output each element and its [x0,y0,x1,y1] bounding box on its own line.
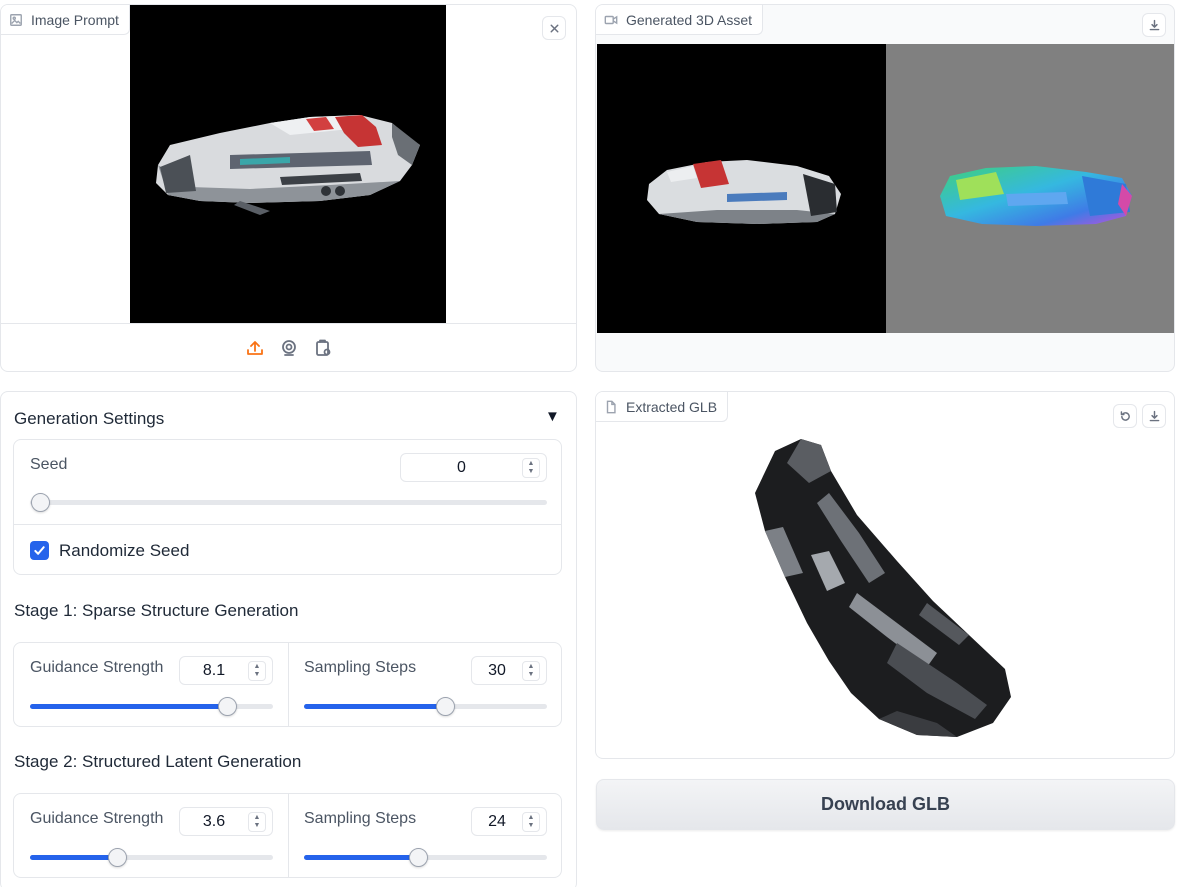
seed-stepper[interactable]: ▲ ▼ [522,457,540,478]
stage2-guidance-input[interactable]: 3.6 ▲ ▼ [179,807,273,836]
stage1-guidance-label: Guidance Strength [30,659,164,676]
image-prompt-tag: Image Prompt [1,5,130,35]
stage1-steps-fill [304,704,445,709]
asset-download-button[interactable] [1142,13,1166,37]
stage1-guidance-input[interactable]: 8.1 ▲ ▼ [179,656,273,685]
upload-icon[interactable] [245,338,265,358]
file-icon [606,400,616,413]
seed-value: 0 [457,458,466,476]
stage1-steps-stepper[interactable]: ▲ ▼ [522,660,540,681]
download-glb-button[interactable]: Download GLB [596,779,1175,830]
close-icon [550,24,558,32]
randomize-seed-row: Randomize Seed [14,524,561,574]
prompt-image [130,5,446,323]
stage1-title: Stage 1: Sparse Structure Generation [14,601,299,620]
image-prompt-label: Image Prompt [31,11,119,28]
stage2-steps-slider[interactable] [304,848,547,867]
stage2-steps-thumb[interactable] [409,848,429,867]
stage2-guidance-value: 3.6 [202,812,226,830]
settings-collapse-toggle[interactable]: ▼ [545,408,560,425]
webcam-icon[interactable] [279,338,299,358]
generated-asset-panel: Generated 3D Asset [595,4,1175,372]
stage2-steps-label: Sampling Steps [304,810,417,827]
stage2-guidance-stepper[interactable]: ▲ ▼ [248,811,266,832]
spaceship-image [156,115,420,215]
asset-color-render [597,44,886,333]
stage2-guidance-label: Guidance Strength [30,810,164,827]
stage1-guidance-slider[interactable] [30,697,273,716]
settings-title: Generation Settings [14,409,165,428]
stage1-divider [288,643,289,726]
seed-label: Seed [30,456,68,473]
clipboard-icon[interactable] [313,338,333,358]
stage1-guidance-value: 8.1 [202,661,226,679]
reset-icon [1120,410,1130,421]
stage1-steps-value: 30 [488,661,506,679]
stage1-steps-thumb[interactable] [435,697,455,716]
image-prompt-panel: Image Prompt [0,4,577,372]
extracted-glb-label: Extracted GLB [626,398,718,415]
image-source-toolbar [1,323,576,371]
checkmark-icon [34,546,45,555]
stage1-block: Guidance Strength 8.1 ▲ ▼ Sampling Steps … [13,642,562,727]
stage1-guidance-fill [30,704,227,709]
video-icon [604,15,618,24]
stage1-guidance-stepper[interactable]: ▲ ▼ [248,660,266,681]
seed-block: Seed 0 ▲ ▼ Randomize Seed [13,439,562,575]
download-icon [1149,19,1159,30]
clear-image-button[interactable] [542,16,566,40]
stage1-steps-input[interactable]: 30 ▲ ▼ [471,656,547,685]
stage2-guidance-fill [30,855,118,860]
seed-slider-thumb[interactable] [31,493,51,512]
stage2-divider [288,794,289,877]
seed-input[interactable]: 0 ▲ ▼ [400,453,547,482]
extracted-glb-tag: Extracted GLB [596,392,729,422]
stage1-steps-label: Sampling Steps [304,659,417,676]
glb-download-icon-button[interactable] [1142,404,1166,428]
randomize-seed-label: Randomize Seed [59,541,190,560]
asset-normal-render [886,44,1174,333]
glb-reset-view-button[interactable] [1113,404,1137,428]
glb-3d-viewer[interactable] [597,423,1173,757]
stage2-guidance-slider[interactable] [30,848,273,867]
extracted-glb-panel: Extracted GLB [595,391,1175,759]
stage2-guidance-thumb[interactable] [108,848,128,867]
stage2-steps-fill [304,855,419,860]
image-icon [10,13,22,26]
generated-asset-label: Generated 3D Asset [626,11,753,28]
stage2-block: Guidance Strength 3.6 ▲ ▼ Sampling Steps … [13,793,562,878]
download-icon [1149,410,1159,421]
randomize-seed-checkbox[interactable] [30,541,49,560]
stage2-steps-value: 24 [488,812,506,830]
stage1-steps-slider[interactable] [304,697,547,716]
seed-slider[interactable] [30,493,547,512]
glb-model [755,439,1011,737]
generation-settings-panel: Generation Settings ▼ Seed 0 ▲ ▼ Randomiz… [0,391,577,887]
stage2-steps-stepper[interactable]: ▲ ▼ [522,811,540,832]
stage1-guidance-thumb[interactable] [217,697,237,716]
generated-asset-tag: Generated 3D Asset [596,5,764,35]
stage2-steps-input[interactable]: 24 ▲ ▼ [471,807,547,836]
stage2-title: Stage 2: Structured Latent Generation [14,752,302,771]
asset-preview-video[interactable] [597,44,1174,333]
